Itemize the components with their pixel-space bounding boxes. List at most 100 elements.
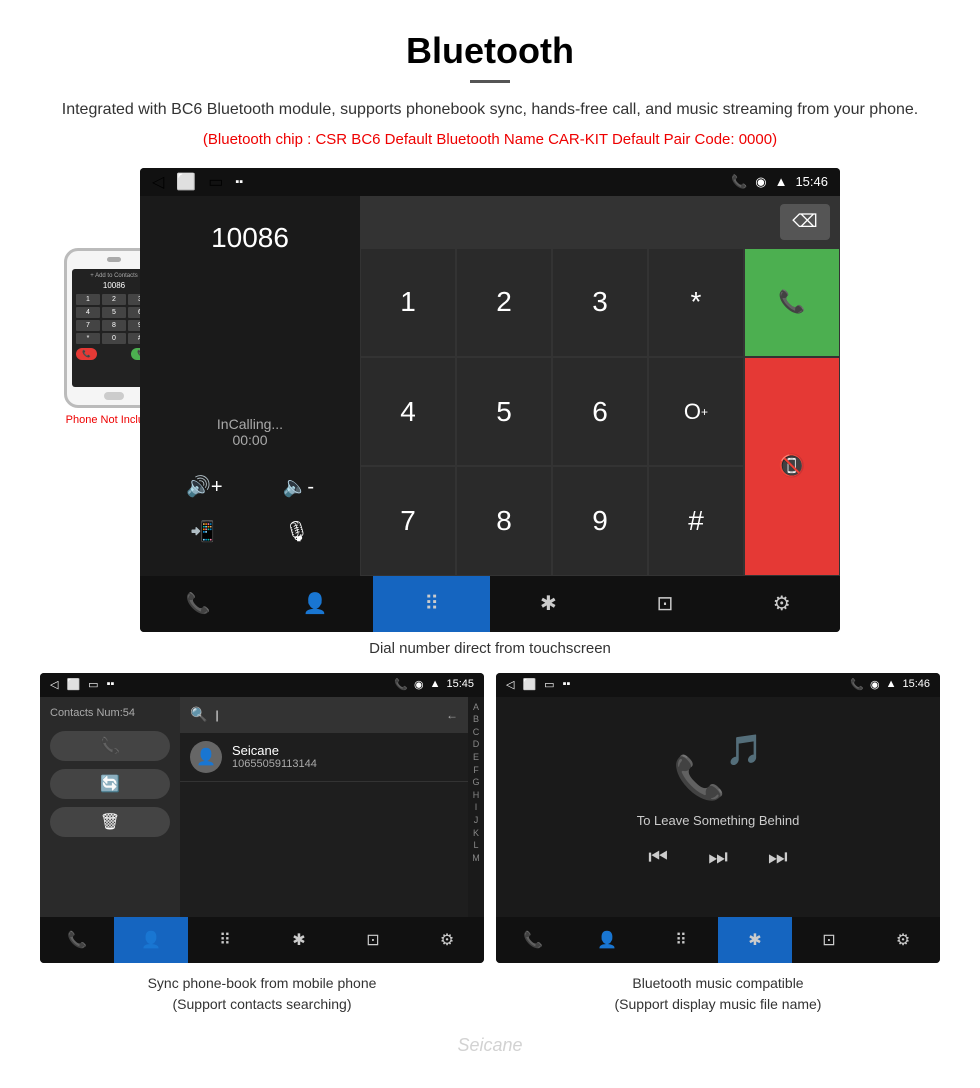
search-icon: 🔍 [190,706,207,723]
music-nav-keypad[interactable]: ⠿ [644,917,718,963]
caption-music: Bluetooth music compatible(Support displ… [496,973,940,1015]
status-bar-left: ◁ ⬜ ▭ ▪▪ [152,172,243,192]
delete-contact-button[interactable]: 🗑 [50,807,170,837]
key-hash[interactable]: # [648,466,744,575]
status-time: 15:46 [795,174,828,189]
dial-controls-2: 📲 🎙 [156,509,344,560]
sync-contact-button[interactable]: 🔄 [50,769,170,799]
music-time: 15:46 [902,678,930,691]
key-2[interactable]: 2 [456,248,552,357]
contacts-nav-bluetooth[interactable]: ✱ [262,917,336,963]
music-controls: ⏮ ⏭ ⏭ [648,844,787,870]
contacts-nav-contacts[interactable]: 👤 [114,917,188,963]
contacts-time: 15:45 [446,678,474,691]
contacts-phone-icon: 📞 [394,678,408,691]
contacts-back-icon[interactable]: ◁ [50,678,58,691]
dial-keypad: ⌫ 1 2 3 * 📞 4 5 6 O+ 📵 7 8 [360,196,840,576]
call-contact-button[interactable]: 📞 [50,731,170,761]
nav-settings[interactable]: ⚙ [723,576,840,632]
nav-contacts[interactable]: 👤 [257,576,374,632]
key-7[interactable]: 7 [360,466,456,575]
contacts-nav-dial[interactable]: 📞 [40,917,114,963]
contact-info: Seicane 10655059113144 [232,743,317,770]
home-icon[interactable]: ⬜ [176,172,196,192]
dial-timer: 00:00 [156,432,344,448]
alpha-list: A B C D E F G H I J K L M [468,697,484,917]
contacts-recents-icon[interactable]: ▭ [88,678,98,691]
keypad-grid: 1 2 3 * 📞 4 5 6 O+ 📵 7 8 9 # [360,248,840,576]
music-notif-icon: ▪▪ [563,678,571,691]
contacts-notif-icon: ▪▪ [107,678,115,691]
music-recents-icon[interactable]: ▭ [544,678,554,691]
next-track-button[interactable]: ⏭ [768,844,788,870]
contacts-home-icon[interactable]: ⬜ [66,678,80,691]
music-sb-left: ◁ ⬜ ▭ ▪▪ [506,678,570,691]
search-cursor: | [215,708,218,722]
music-nav: 📞 👤 ⠿ ✱ ⊡ ⚙ [496,917,940,963]
music-home-icon[interactable]: ⬜ [522,678,536,691]
music-back-icon[interactable]: ◁ [506,678,514,691]
key-4[interactable]: 4 [360,357,456,466]
contacts-status-bar: ◁ ⬜ ▭ ▪▪ 📞 ◉ ▲ 15:45 [40,673,484,697]
contact-avatar: 👤 [190,741,222,773]
music-phone-large-icon: 📞 [673,754,725,803]
music-status-bar: ◁ ⬜ ▭ ▪▪ 📞 ◉ ▲ 15:46 [496,673,940,697]
contacts-sidebar: Contacts Num:54 📞 🔄 🗑 [40,697,180,917]
contacts-body: Contacts Num:54 📞 🔄 🗑 🔍 | ← 👤 [40,697,484,917]
key-1[interactable]: 1 [360,248,456,357]
key-5[interactable]: 5 [456,357,552,466]
music-sb-right: 📞 ◉ ▲ 15:46 [850,678,930,691]
mute-icon[interactable]: 🎙 [284,519,309,544]
music-nav-transfer[interactable]: ⊡ [792,917,866,963]
back-icon[interactable]: ◁ [152,172,164,192]
key-star[interactable]: * [648,248,744,357]
music-song-title: To Leave Something Behind [637,813,800,828]
music-wifi-icon: ▲ [886,678,897,691]
bottom-captions: Sync phone-book from mobile phone(Suppor… [40,973,940,1015]
dial-status: InCalling... [156,416,344,432]
music-nav-bluetooth[interactable]: ✱ [718,917,792,963]
music-location-icon: ◉ [870,678,880,691]
key-3[interactable]: 3 [552,248,648,357]
contacts-nav-keypad[interactable]: ⠿ [188,917,262,963]
contacts-screen: ◁ ⬜ ▭ ▪▪ 📞 ◉ ▲ 15:45 Contacts Num:54 📞 🔄 [40,673,484,963]
header-section: Bluetooth Integrated with BC6 Bluetooth … [0,0,980,168]
main-status-bar: ◁ ⬜ ▭ ▪▪ 📞 ◉ ▲ 15:46 [140,168,840,196]
nav-keypad[interactable]: ⠿ [373,576,490,632]
contacts-nav-settings[interactable]: ⚙ [410,917,484,963]
dial-number: 10086 [156,222,344,254]
music-nav-settings[interactable]: ⚙ [866,917,940,963]
notification-icon: ▪▪ [235,176,243,188]
location-icon: ◉ [755,174,766,190]
title-divider [470,80,510,83]
vol-up-icon[interactable]: 🔊+ [186,474,223,499]
contacts-sb-right: 📞 ◉ ▲ 15:45 [394,678,474,691]
play-pause-button[interactable]: ⏭ [708,844,728,870]
key-8[interactable]: 8 [456,466,552,575]
key-9[interactable]: 9 [552,466,648,575]
contacts-nav-transfer[interactable]: ⊡ [336,917,410,963]
main-nav-bar: 📞 👤 ⠿ ✱ ⊡ ⚙ [140,576,840,632]
music-note-icon: 🎵 [726,733,763,768]
key-0plus[interactable]: O+ [648,357,744,466]
contacts-sb-left: ◁ ⬜ ▭ ▪▪ [50,678,114,691]
wifi-icon: ▲ [775,174,788,189]
seicane-watermark: Seicane [0,1035,980,1056]
contacts-search-bar: 🔍 | ← [180,697,468,733]
key-6[interactable]: 6 [552,357,648,466]
contact-item[interactable]: 👤 Seicane 10655059113144 [180,733,468,782]
caption-contacts: Sync phone-book from mobile phone(Suppor… [40,973,484,1015]
recents-icon[interactable]: ▭ [208,172,223,192]
backspace-button[interactable]: ⌫ [780,204,830,240]
end-call-button[interactable]: 📵 [744,357,840,576]
vol-down-icon[interactable]: 🔈- [282,474,314,499]
music-nav-contacts[interactable]: 👤 [570,917,644,963]
back-arrow-icon[interactable]: ← [446,708,458,722]
call-button[interactable]: 📞 [744,248,840,357]
prev-track-button[interactable]: ⏮ [648,844,668,870]
transfer-call-icon[interactable]: 📲 [190,519,215,544]
music-nav-dial[interactable]: 📞 [496,917,570,963]
nav-transfer[interactable]: ⊡ [607,576,724,632]
nav-dial[interactable]: 📞 [140,576,257,632]
nav-bluetooth[interactable]: ✱ [490,576,607,632]
